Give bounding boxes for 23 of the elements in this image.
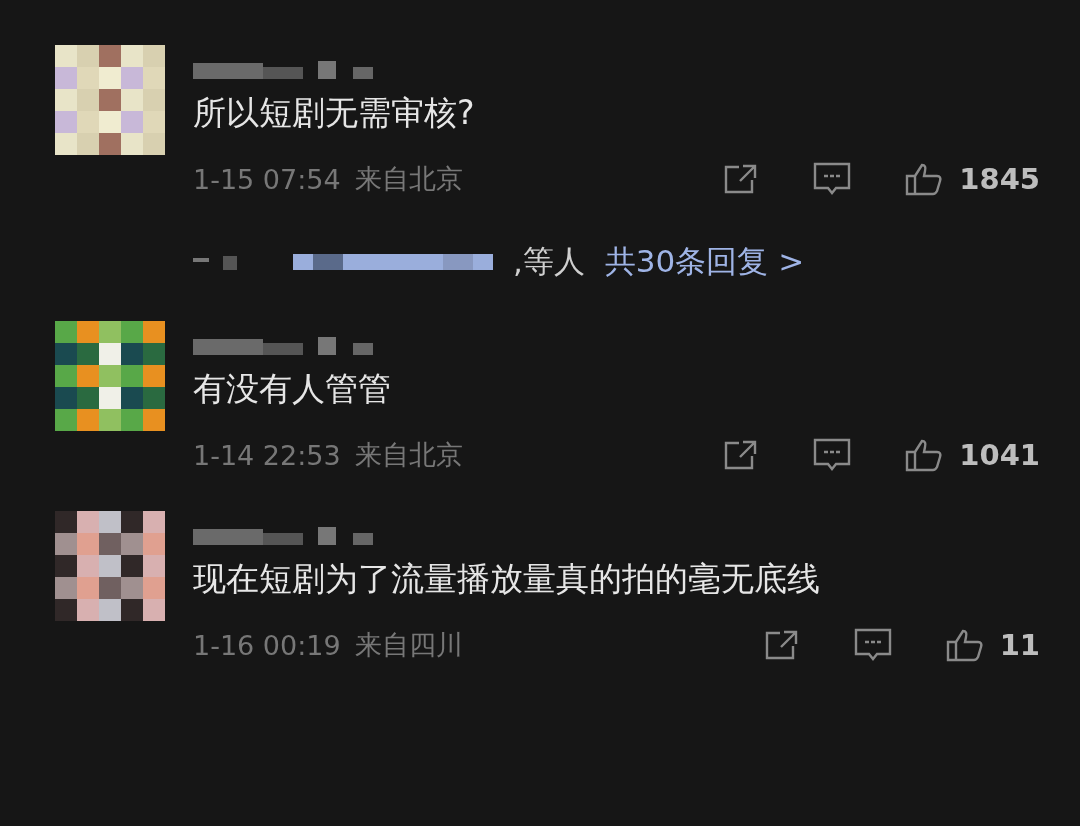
comment-icon[interactable] (853, 628, 892, 662)
comment-time: 1-15 07:54 (193, 163, 341, 195)
comment-text: 所以短剧无需审核? (193, 92, 476, 134)
like-count: 1041 (959, 438, 1040, 472)
thumbs-up-icon[interactable] (945, 628, 984, 662)
comment-location: 来自北京 (354, 438, 463, 472)
thumbs-up-icon[interactable] (905, 438, 944, 472)
like-count: 1845 (959, 162, 1040, 196)
comment-time: 1-16 00:19 (193, 629, 341, 661)
comment-time: 1-14 22:53 (193, 439, 341, 471)
comment-text: 有没有人管管 (193, 368, 392, 410)
avatar[interactable] (55, 511, 165, 621)
reply-names-suffix: ,等人 (513, 242, 585, 281)
comment-location: 来自四川 (354, 628, 463, 662)
share-icon[interactable] (763, 629, 800, 661)
comment-text: 现在短剧为了流量播放量真的拍的毫无底线 (193, 558, 821, 600)
avatar[interactable] (55, 321, 165, 431)
view-replies-link[interactable]: 共30条回复 > (604, 241, 805, 283)
comment-location: 来自北京 (354, 162, 463, 196)
comment-icon[interactable] (813, 438, 852, 472)
thumbs-up-icon[interactable] (905, 162, 944, 196)
like-count: 11 (999, 628, 1040, 662)
comment-icon[interactable] (813, 162, 852, 196)
